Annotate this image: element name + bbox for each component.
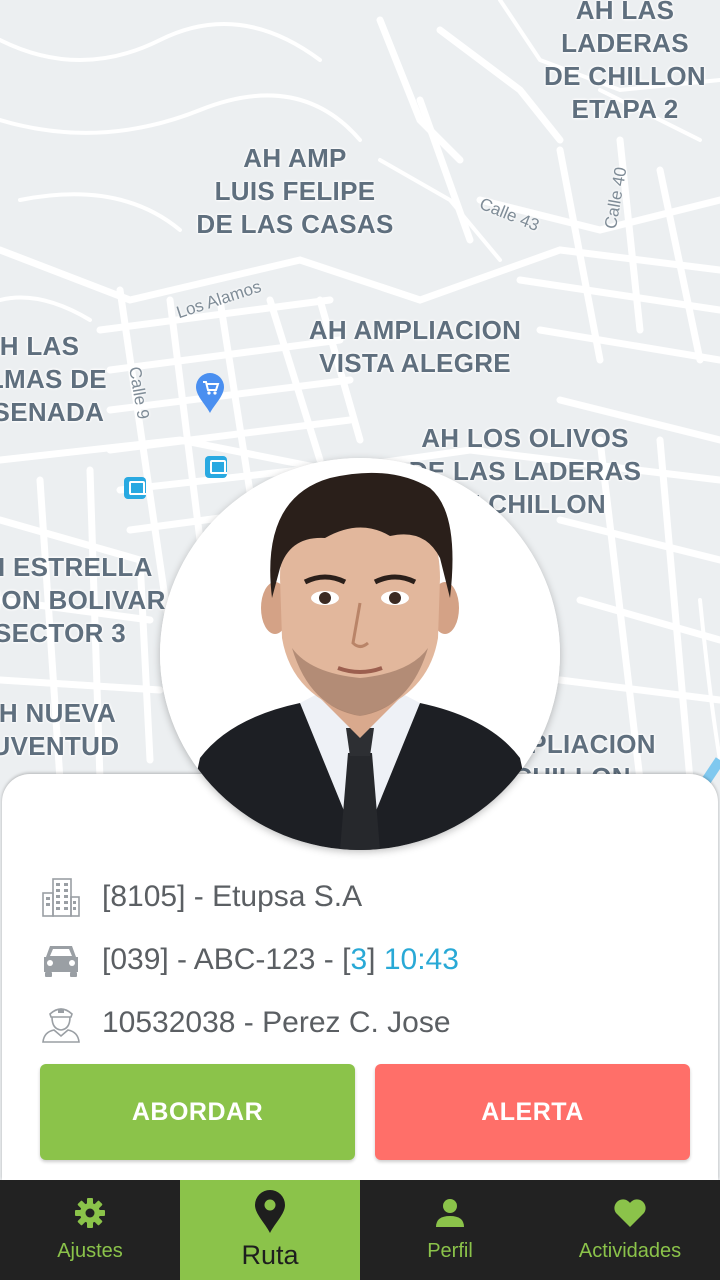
- bracket-close: ]: [367, 943, 376, 976]
- heart-icon: [614, 1199, 646, 1227]
- location-pin-icon: [255, 1190, 285, 1233]
- bus-stop-icon[interactable]: [205, 456, 227, 478]
- nav-item-actividades[interactable]: Actividades: [540, 1180, 720, 1280]
- map-area-label: AH NUEVA JUVENTUD: [0, 698, 120, 761]
- shopping-pin-icon[interactable]: [194, 372, 226, 414]
- company-row: [8105] - Etupsa S.A: [40, 875, 362, 919]
- driver-row: 10532038 - Perez C. Jose: [40, 1001, 451, 1045]
- map-area-label: AH AMPLIACION VISTA ALEGRE: [308, 315, 522, 378]
- board-button[interactable]: ABORDAR: [40, 1064, 355, 1160]
- nav-label: Actividades: [578, 1240, 682, 1262]
- departure-time: 10:43: [383, 943, 459, 976]
- vehicle-plate: [039] - ABC-123 - [: [102, 943, 351, 976]
- vehicle-text: [039] - ABC-123 - [3] 10:43: [102, 943, 459, 977]
- driver-text: 10532038 - Perez C. Jose: [102, 1006, 451, 1039]
- driver-photo: [160, 458, 560, 850]
- company-text: [8105] - Etupsa S.A: [102, 880, 363, 913]
- nav-label: Perfil: [427, 1240, 473, 1262]
- map-area-label: AH LAS PALMAS DE ENSENADA: [0, 331, 107, 427]
- vehicle-row: [039] - ABC-123 - [3] 10:43: [40, 938, 459, 982]
- bottom-navigation: Ajustes Ruta Perfil Actividades: [0, 1180, 720, 1280]
- map-area-label: AH ESTRELLA SIMON BOLIVAR SECTOR 3: [0, 552, 166, 648]
- driver-avatar: [160, 458, 560, 850]
- nav-item-ruta[interactable]: Ruta: [180, 1180, 360, 1280]
- gear-icon: [75, 1198, 105, 1228]
- car-icon: [44, 946, 78, 977]
- map-area-label: AH LAS LADERAS DE CHILLON ETAPA 2: [544, 0, 706, 124]
- building-icon: [42, 878, 80, 917]
- nav-item-perfil[interactable]: Perfil: [360, 1180, 540, 1280]
- alert-button[interactable]: ALERTA: [375, 1064, 690, 1160]
- map-area-label: AH AMP LUIS FELIPE DE LAS CASAS: [196, 143, 394, 239]
- driver-icon: [42, 1008, 80, 1043]
- trip-count: 3: [350, 943, 368, 976]
- nav-label: Ruta: [241, 1240, 299, 1270]
- nav-label: Ajustes: [57, 1240, 123, 1262]
- person-icon: [436, 1199, 464, 1227]
- nav-item-ajustes[interactable]: Ajustes: [0, 1180, 180, 1280]
- bus-stop-icon[interactable]: [124, 477, 146, 499]
